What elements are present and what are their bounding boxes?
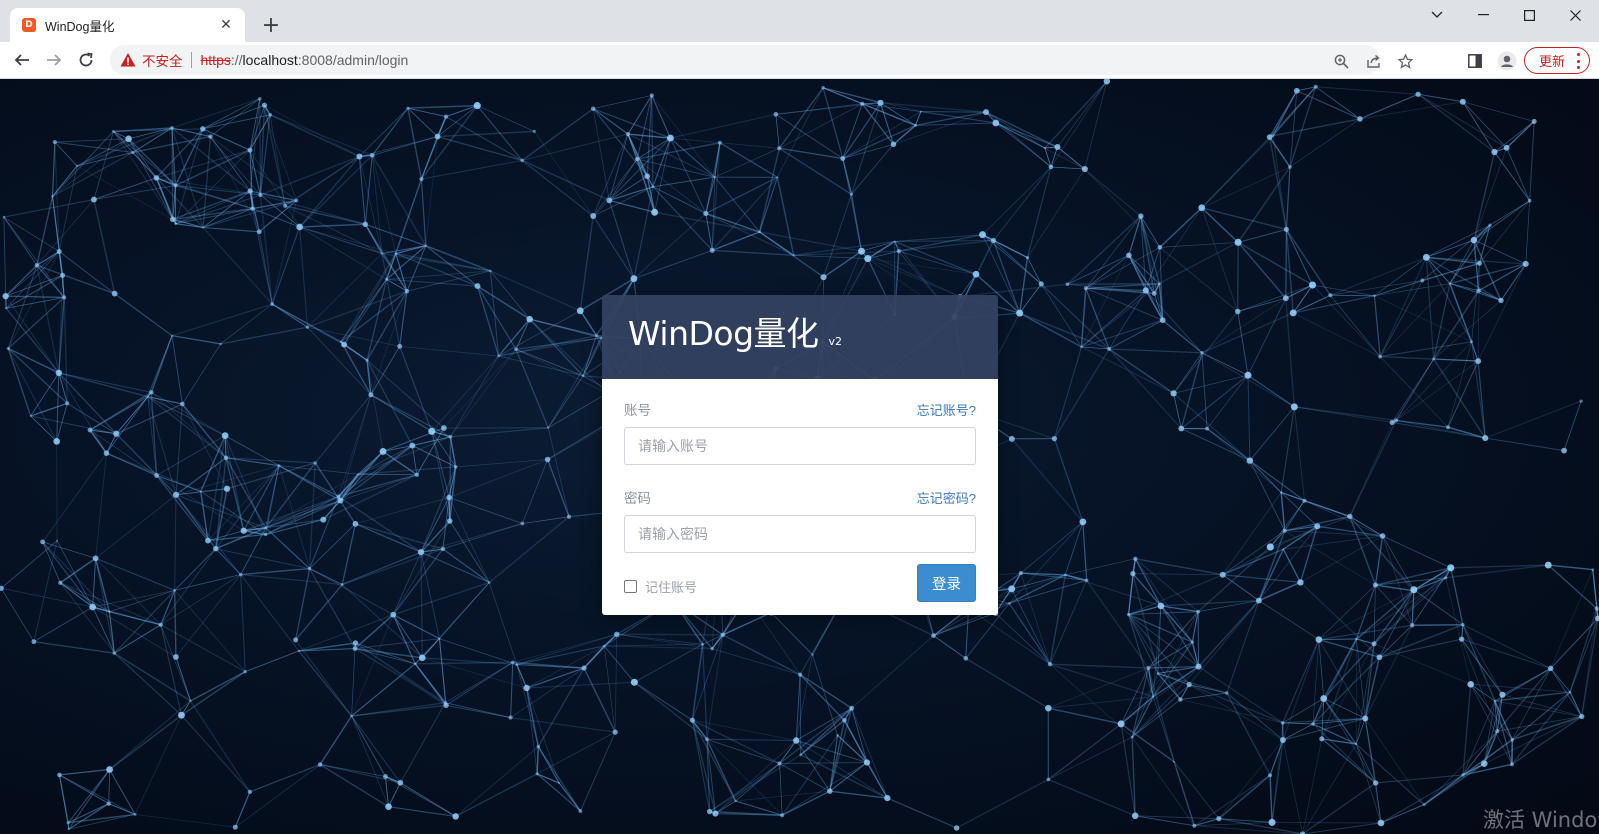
back-icon[interactable] xyxy=(8,46,36,74)
tab-close-icon[interactable]: ✕ xyxy=(217,16,235,34)
remember-label: 记住账号 xyxy=(645,580,698,595)
url-separator: :// xyxy=(230,52,243,68)
page-viewport: WinDog量化 v2 账号 忘记账号? 密码 忘记密码? 记住账号 登录 xyxy=(0,79,1599,834)
warning-icon xyxy=(120,53,136,67)
forward-icon[interactable] xyxy=(40,46,68,74)
side-panel-icon[interactable] xyxy=(1465,51,1485,71)
login-header: WinDog量化 v2 xyxy=(602,295,998,379)
url-scheme: https xyxy=(200,52,231,68)
brand-title: WinDog量化 xyxy=(628,314,819,353)
url-host: localhost xyxy=(242,52,298,68)
new-tab-button[interactable]: + xyxy=(258,12,284,38)
update-button[interactable]: 更新 xyxy=(1524,47,1590,74)
login-card: WinDog量化 v2 账号 忘记账号? 密码 忘记密码? 记住账号 登录 xyxy=(602,295,998,615)
windows-activation-watermark: 激活 Windows xyxy=(1483,808,1599,832)
security-label[interactable]: 不安全 xyxy=(142,50,183,70)
version-badge: v2 xyxy=(828,335,843,348)
zoom-icon[interactable] xyxy=(1332,52,1350,70)
tab-strip: D WinDog量化 ✕ + xyxy=(0,0,1599,42)
minimize-icon[interactable] xyxy=(1460,0,1506,30)
forgot-account-link[interactable]: 忘记账号? xyxy=(917,400,976,419)
reload-icon[interactable] xyxy=(72,46,100,74)
profile-avatar-icon[interactable] xyxy=(1497,51,1517,71)
url-path: :8008/admin/login xyxy=(297,52,409,68)
form-actions: 记住账号 登录 xyxy=(624,564,976,602)
password-label-row: 密码 忘记密码? xyxy=(624,487,976,507)
tab-search-icon[interactable] xyxy=(1414,0,1460,30)
tab-title: WinDog量化 xyxy=(45,19,115,34)
share-icon[interactable] xyxy=(1364,52,1382,70)
bookmark-star-icon[interactable] xyxy=(1396,52,1414,70)
remember-checkbox[interactable] xyxy=(624,580,637,593)
address-bar[interactable]: 不安全 https://localhost:8008/admin/login xyxy=(110,45,1413,75)
browser-toolbar: 不安全 https://localhost:8008/admin/login 更… xyxy=(0,42,1599,79)
password-label: 密码 xyxy=(624,491,651,506)
divider xyxy=(190,52,192,68)
login-form: 账号 忘记账号? 密码 忘记密码? 记住账号 登录 xyxy=(602,379,998,615)
account-label: 账号 xyxy=(624,403,651,418)
close-window-icon[interactable] xyxy=(1552,0,1598,30)
account-input[interactable] xyxy=(624,427,976,465)
favicon-icon: D xyxy=(22,18,36,32)
update-label: 更新 xyxy=(1539,54,1566,69)
menu-dots-icon xyxy=(1576,53,1580,69)
password-input[interactable] xyxy=(624,515,976,553)
maximize-icon[interactable] xyxy=(1506,0,1552,30)
forgot-password-link[interactable]: 忘记密码? xyxy=(917,488,976,507)
account-label-row: 账号 忘记账号? xyxy=(624,399,976,419)
login-button[interactable]: 登录 xyxy=(917,564,976,602)
browser-tab[interactable]: D WinDog量化 ✕ xyxy=(10,8,245,42)
remember-account[interactable]: 记住账号 xyxy=(624,577,697,596)
